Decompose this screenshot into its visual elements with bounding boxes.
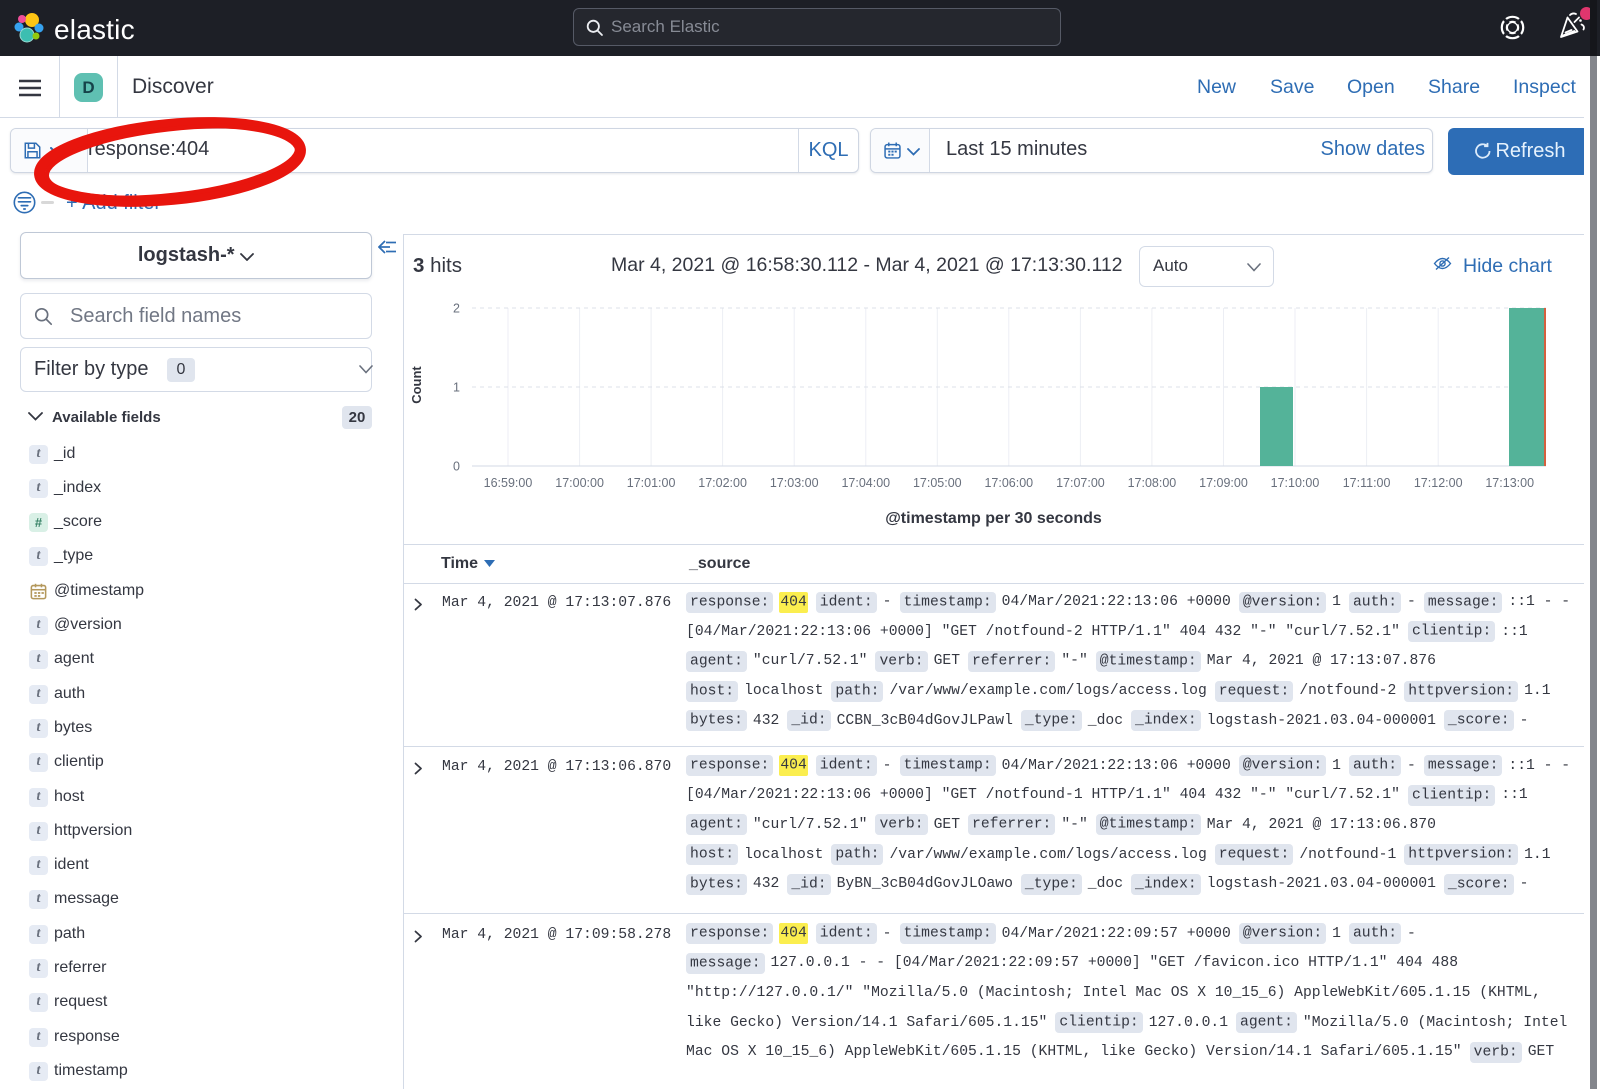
svg-text:17:04:00: 17:04:00 (841, 476, 890, 490)
svg-text:17:09:00: 17:09:00 (1199, 476, 1248, 490)
svg-text:17:06:00: 17:06:00 (984, 476, 1033, 490)
svg-text:17:12:00: 17:12:00 (1414, 476, 1463, 490)
svg-text:17:03:00: 17:03:00 (770, 476, 819, 490)
svg-text:17:07:00: 17:07:00 (1056, 476, 1105, 490)
svg-text:17:08:00: 17:08:00 (1128, 476, 1177, 490)
svg-text:2: 2 (453, 302, 460, 316)
svg-text:1: 1 (453, 381, 460, 395)
svg-text:0: 0 (453, 460, 460, 474)
svg-text:17:01:00: 17:01:00 (627, 476, 676, 490)
svg-text:17:05:00: 17:05:00 (913, 476, 962, 490)
svg-text:17:02:00: 17:02:00 (698, 476, 747, 490)
svg-text:17:13:00: 17:13:00 (1485, 476, 1534, 490)
svg-text:Count: Count (409, 366, 424, 404)
svg-text:17:00:00: 17:00:00 (555, 476, 604, 490)
svg-text:16:59:00: 16:59:00 (484, 476, 533, 490)
svg-text:17:11:00: 17:11:00 (1343, 476, 1391, 490)
svg-text:17:10:00: 17:10:00 (1271, 476, 1320, 490)
